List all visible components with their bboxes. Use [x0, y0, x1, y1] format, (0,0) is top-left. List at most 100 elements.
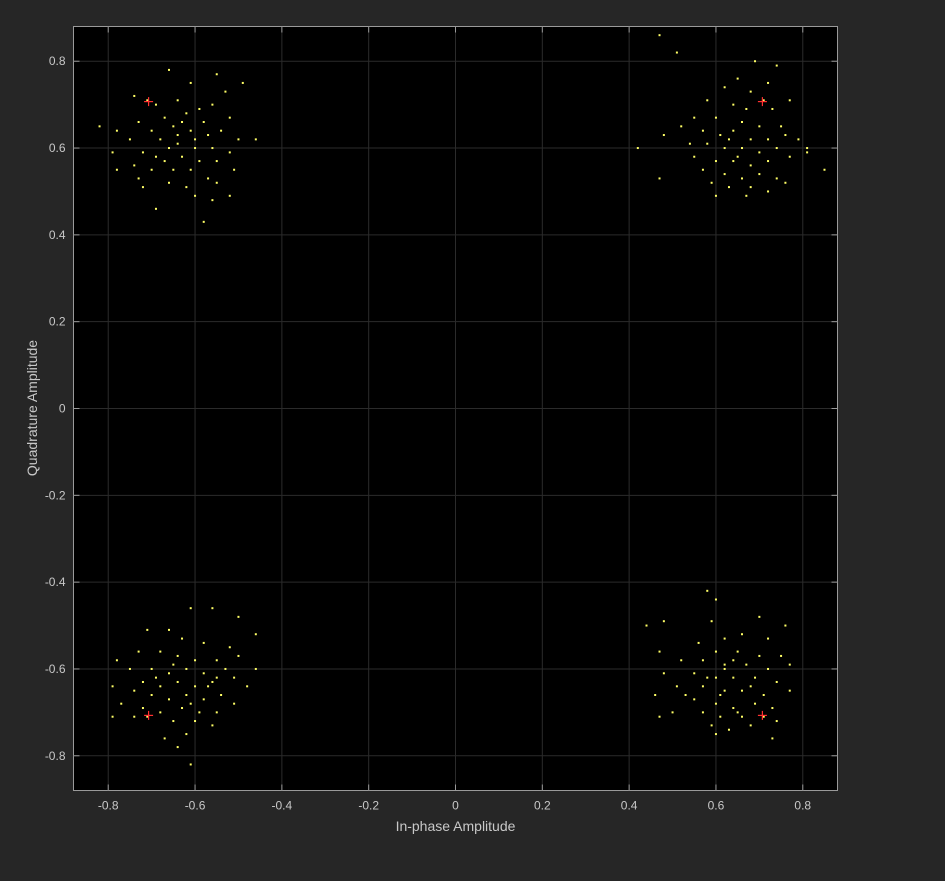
x-tick-label: 0 [452, 799, 459, 813]
received-symbol [688, 142, 691, 145]
received-symbol [128, 667, 131, 670]
received-symbol [220, 694, 223, 696]
x-tick-label: 0.8 [794, 799, 811, 813]
received-symbol [198, 107, 201, 110]
received-symbol [719, 134, 722, 137]
received-symbol [745, 107, 748, 110]
received-symbol [675, 51, 678, 54]
received-symbol [723, 86, 726, 89]
y-tick-label: -0.2 [45, 488, 66, 502]
received-symbol [767, 81, 770, 84]
received-symbol [207, 685, 210, 688]
y-tick-label: 0.2 [49, 315, 66, 329]
received-symbol [762, 715, 765, 718]
received-symbol [168, 628, 170, 631]
received-symbol [749, 685, 752, 688]
received-symbol [714, 650, 717, 653]
received-symbol [233, 676, 236, 679]
received-symbol [684, 694, 687, 696]
received-symbol [745, 663, 748, 666]
received-symbol [176, 99, 179, 102]
received-symbol [823, 168, 826, 171]
received-symbol [141, 707, 144, 710]
received-symbol [662, 672, 665, 675]
received-symbol [172, 168, 175, 171]
received-symbol [741, 633, 743, 636]
received-symbol [146, 99, 149, 102]
received-symbol [202, 698, 205, 701]
received-symbol [185, 112, 188, 115]
received-symbol [727, 138, 730, 141]
received-symbol [202, 672, 205, 675]
received-symbol [202, 121, 205, 123]
received-symbol [237, 615, 240, 618]
received-symbol [732, 676, 735, 679]
received-symbol [233, 702, 236, 705]
received-symbol [732, 103, 735, 106]
received-symbol [176, 680, 179, 683]
received-symbol [211, 680, 214, 683]
received-symbol [727, 728, 730, 731]
received-symbol [211, 103, 214, 106]
received-symbol [775, 680, 778, 683]
received-symbol [189, 129, 192, 132]
received-symbol [194, 659, 197, 662]
received-symbol [137, 121, 140, 123]
received-symbol [215, 676, 218, 679]
received-symbol [159, 685, 162, 688]
received-symbol [228, 116, 231, 119]
received-symbol [185, 667, 188, 670]
received-symbol [775, 720, 778, 723]
received-symbol [714, 733, 717, 736]
received-symbol [168, 68, 170, 71]
received-symbol [159, 711, 162, 714]
received-symbol [220, 129, 223, 132]
received-symbol [168, 672, 170, 675]
received-symbol [133, 689, 136, 692]
received-symbol [254, 667, 257, 670]
received-symbol [163, 737, 166, 740]
constellation-chart: -0.8 -0.6 -0.4 -0.2 0 0.2 0.4 0.6 0.8 -0.8 -0.6 -0.… [24, 26, 838, 834]
received-symbol [215, 659, 218, 662]
x-tick-label: 0.6 [708, 799, 725, 813]
received-symbol [189, 763, 192, 766]
received-symbol [111, 151, 114, 154]
received-symbol [194, 720, 197, 723]
received-symbol [806, 147, 809, 150]
received-symbol [168, 181, 170, 184]
received-symbol [194, 138, 197, 141]
received-symbol [194, 147, 197, 150]
received-symbol [749, 724, 752, 727]
received-symbol [788, 99, 791, 102]
received-symbol [133, 715, 136, 718]
received-symbol [723, 173, 726, 176]
x-tick-label: -0.8 [98, 799, 119, 813]
y-tick-label: -0.8 [45, 749, 66, 763]
received-symbol [758, 125, 761, 128]
received-symbol [741, 177, 743, 180]
received-symbol [202, 220, 205, 223]
received-symbol [154, 155, 157, 158]
received-symbol [128, 138, 131, 141]
received-symbol [154, 103, 157, 106]
received-symbol [228, 151, 231, 154]
received-symbol [194, 194, 197, 197]
received-symbol [172, 125, 175, 128]
received-symbol [141, 186, 144, 189]
received-symbol [771, 107, 774, 110]
received-symbol [732, 160, 735, 163]
received-symbol [150, 667, 153, 670]
received-symbol [788, 663, 791, 666]
received-symbol [168, 147, 170, 150]
received-symbol [710, 724, 713, 727]
received-symbol [172, 720, 175, 723]
received-symbol [723, 689, 726, 692]
received-symbol [758, 151, 761, 154]
received-symbol [237, 138, 240, 141]
received-symbol [727, 186, 730, 189]
received-symbol [693, 672, 696, 675]
received-symbol [701, 129, 704, 132]
received-symbol [150, 168, 153, 171]
received-symbol [780, 125, 783, 128]
received-symbol [714, 598, 717, 601]
